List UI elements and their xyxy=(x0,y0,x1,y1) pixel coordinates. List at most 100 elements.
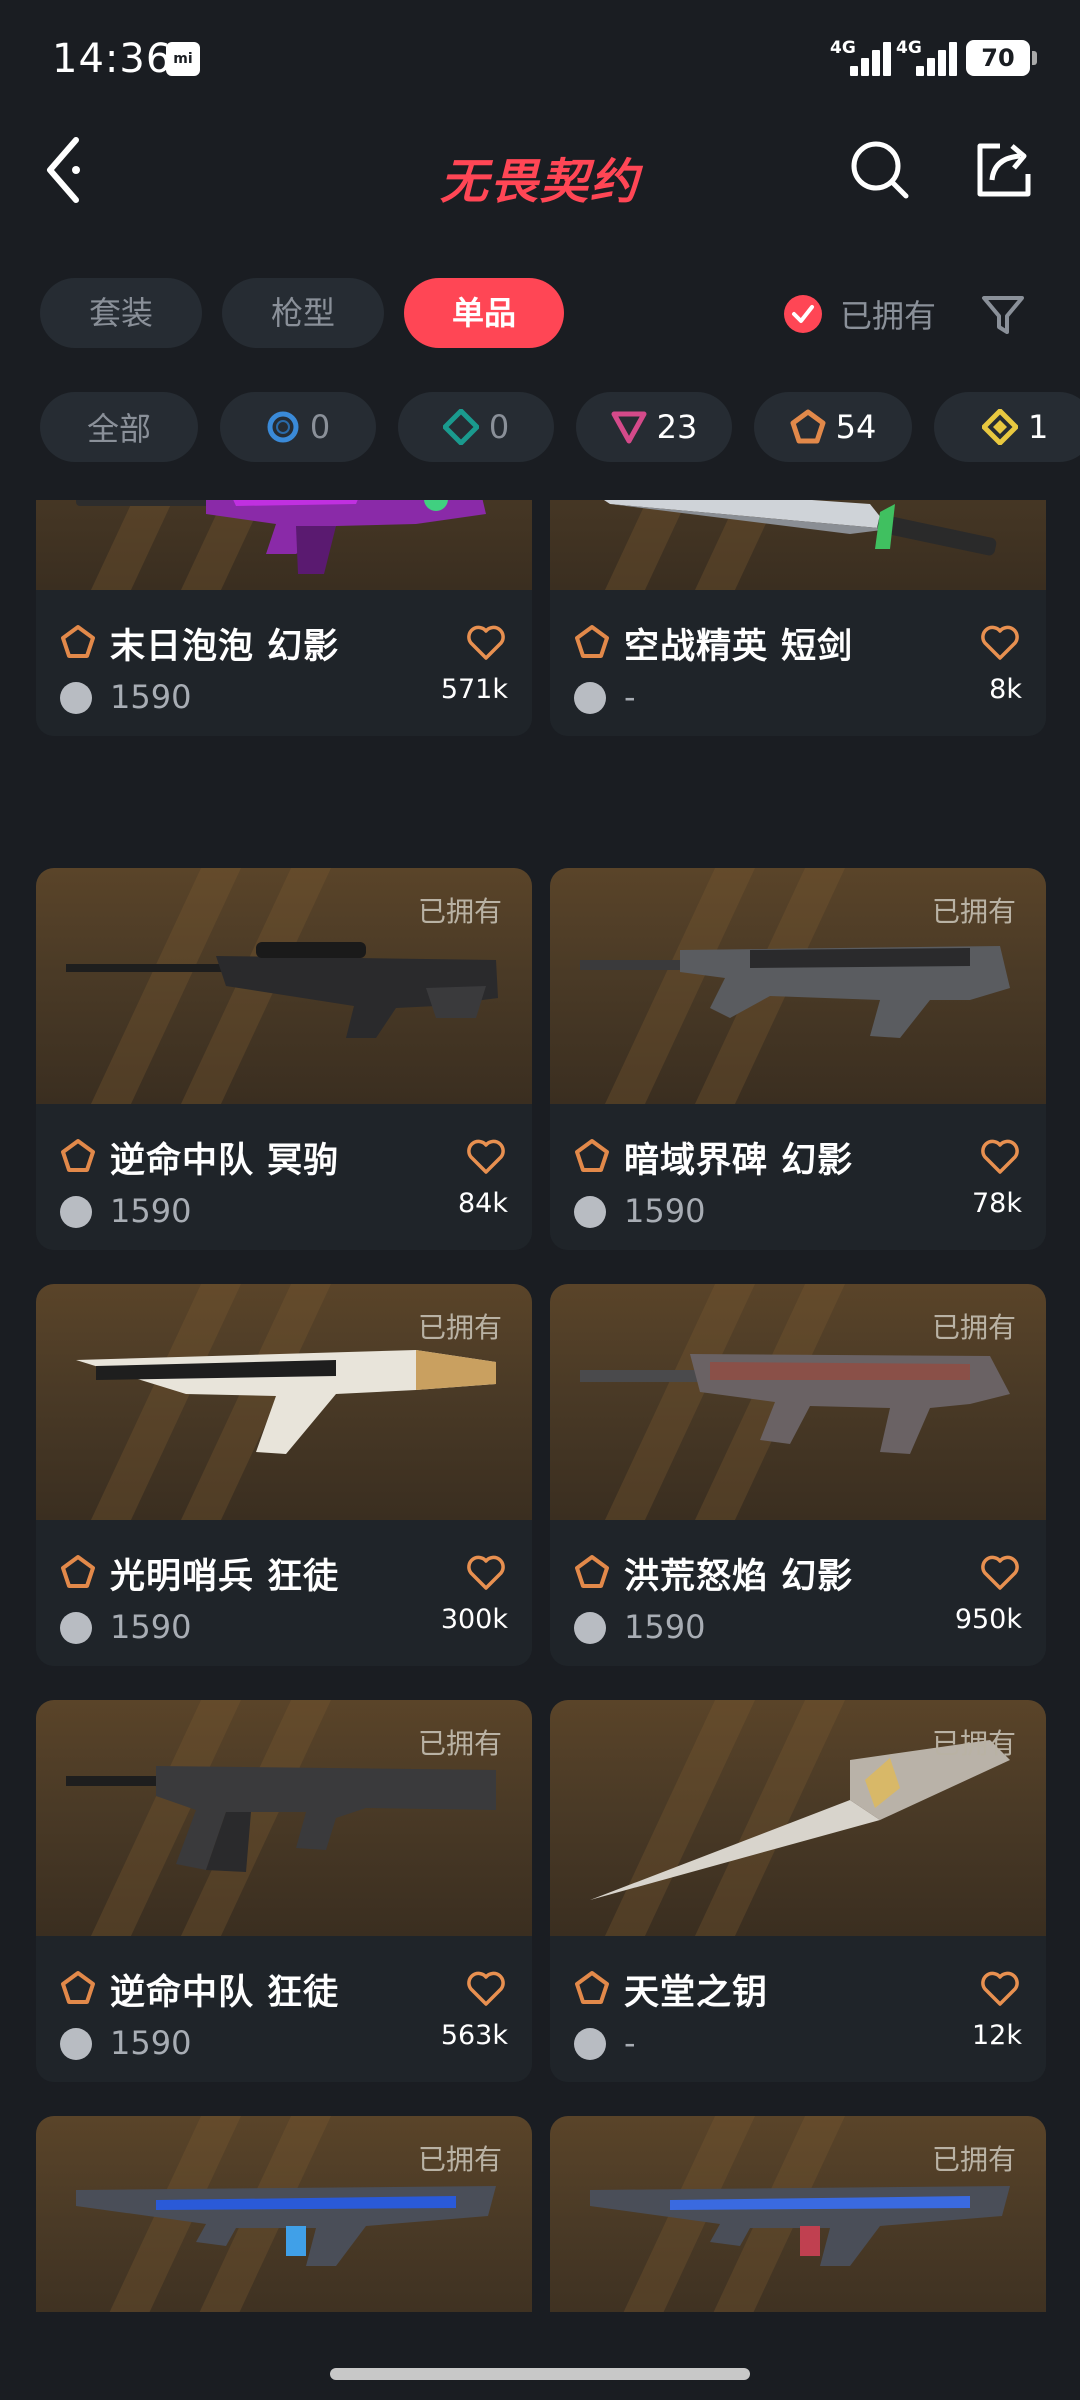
tab-single-item[interactable]: 单品 xyxy=(404,278,564,348)
search-button[interactable] xyxy=(846,136,914,204)
like-count: 571k xyxy=(440,674,508,705)
heart-icon[interactable] xyxy=(980,1970,1020,2008)
chip-ultra-tier[interactable]: 1 xyxy=(934,392,1080,462)
vp-currency-icon xyxy=(60,1196,92,1228)
owned-tag: 已拥有 xyxy=(931,1311,1016,1344)
chip-all-label: 全部 xyxy=(86,410,151,448)
orange-pentagon-icon xyxy=(61,1971,95,2004)
owned-filter-toggle[interactable]: 已拥有 xyxy=(784,286,936,342)
skin-card[interactable]: 已拥有 空战精英 短剑 - 8k xyxy=(550,500,1046,736)
tab-suits[interactable]: 套装 xyxy=(40,278,202,348)
like-count: 950k xyxy=(954,1604,1022,1635)
skin-card[interactable]: 已拥有 末日泡泡 幻影 1590 571k xyxy=(36,500,532,736)
chip-premium-tier[interactable]: 23 xyxy=(576,392,732,462)
skin-price: 1590 xyxy=(110,2024,192,2062)
filter-button[interactable] xyxy=(978,290,1028,340)
heart-icon[interactable] xyxy=(980,1138,1020,1176)
orange-pentagon-icon xyxy=(575,1971,609,2004)
heart-icon[interactable] xyxy=(980,624,1020,662)
skin-name: 逆命中队 冥驹 xyxy=(110,1141,340,1181)
like-count: 84k xyxy=(458,1188,508,1219)
skin-image: 已拥有 xyxy=(36,2116,532,2312)
like-count: 8k xyxy=(989,674,1022,705)
skin-price: 1590 xyxy=(110,678,192,716)
orange-pentagon-icon xyxy=(61,625,95,658)
gold-diamond-icon xyxy=(982,409,1018,445)
vp-currency-icon xyxy=(60,2028,92,2060)
like-count: 563k xyxy=(440,2020,508,2051)
skin-image: 已拥有 xyxy=(36,1700,532,1936)
skin-card[interactable]: 已拥有 xyxy=(36,2116,532,2312)
skin-card[interactable]: 已拥有 天堂之钥 - 12k xyxy=(550,1700,1046,2082)
chip-count: 23 xyxy=(656,408,698,446)
skin-card[interactable]: 已拥有 洪荒怒焰 幻影 1590 950k xyxy=(550,1284,1046,1666)
heart-icon[interactable] xyxy=(980,1554,1020,1592)
status-bar: 14:36 mi 4G 4G 70 xyxy=(0,0,1080,120)
heart-icon[interactable] xyxy=(466,624,506,662)
tab-weapon-type[interactable]: 枪型 xyxy=(222,278,384,348)
skin-card[interactable]: 已拥有 暗域界碑 幻影 1590 78k xyxy=(550,868,1046,1250)
mi-notification-icon: mi xyxy=(166,42,200,76)
skin-name: 空战精英 短剑 xyxy=(624,627,854,667)
status-time: 14:36 xyxy=(52,36,173,82)
skin-name: 光明哨兵 狂徒 xyxy=(110,1557,340,1597)
chip-count: 54 xyxy=(835,408,877,446)
orange-pentagon-icon xyxy=(61,1555,95,1588)
skin-price: - xyxy=(624,2024,636,2062)
battery-icon: 70 xyxy=(966,40,1037,76)
skin-image: 已拥有 xyxy=(550,500,1046,590)
chip-count: 0 xyxy=(488,408,510,446)
skin-card[interactable]: 已拥有 xyxy=(550,2116,1046,2312)
skin-card[interactable]: 已拥有 光明哨兵 狂徒 1590 300k xyxy=(36,1284,532,1666)
share-icon xyxy=(977,143,1031,197)
like-count: 78k xyxy=(972,1188,1022,1219)
skin-card[interactable]: 已拥有 逆命中队 狂徒 1590 563k xyxy=(36,1700,532,2082)
skin-name: 末日泡泡 幻影 xyxy=(110,627,340,667)
skin-image: 已拥有 xyxy=(550,1700,1046,1936)
teal-diamond-icon xyxy=(442,409,479,445)
chip-exclusive-tier[interactable]: 54 xyxy=(754,392,912,462)
chip-count: 0 xyxy=(309,408,331,446)
skin-price: 1590 xyxy=(110,1192,192,1230)
skin-image: 已拥有 xyxy=(550,2116,1046,2312)
owned-tag: 已拥有 xyxy=(931,1727,1016,1760)
skin-price: 1590 xyxy=(624,1192,706,1230)
owned-tag: 已拥有 xyxy=(417,895,502,928)
vp-currency-icon xyxy=(574,1612,606,1644)
filter-icon xyxy=(982,296,1024,334)
orange-pentagon-icon xyxy=(575,1555,609,1588)
pink-triangle-icon xyxy=(611,411,647,444)
blue-ring-icon xyxy=(267,411,299,443)
heart-icon[interactable] xyxy=(466,1138,506,1176)
skin-image: 已拥有 xyxy=(36,500,532,590)
home-indicator[interactable] xyxy=(330,2368,750,2380)
vp-currency-icon xyxy=(574,1196,606,1228)
skin-image: 已拥有 xyxy=(550,1284,1046,1520)
heart-icon[interactable] xyxy=(466,1970,506,2008)
skin-image: 已拥有 xyxy=(36,1284,532,1520)
search-icon xyxy=(851,141,909,199)
skin-grid: 已拥有 末日泡泡 幻影 1590 571k 已拥有 空战精英 短剑 xyxy=(0,500,1080,2312)
app-title: 无畏契约 xyxy=(439,154,640,210)
skin-name: 洪荒怒焰 幻影 xyxy=(624,1557,854,1597)
like-count: 300k xyxy=(440,1604,508,1635)
orange-pentagon-icon xyxy=(790,409,826,444)
chip-count: 1 xyxy=(1028,408,1049,446)
skin-name: 天堂之钥 xyxy=(624,1973,769,2013)
skin-name: 逆命中队 狂徒 xyxy=(110,1973,340,2013)
orange-pentagon-icon xyxy=(575,625,609,658)
skin-price: 1590 xyxy=(110,1608,192,1646)
skin-name: 暗域界碑 幻影 xyxy=(624,1141,854,1181)
chip-all[interactable]: 全部 xyxy=(40,392,198,462)
owned-tag: 已拥有 xyxy=(417,2143,502,2176)
share-button[interactable] xyxy=(970,136,1038,204)
orange-pentagon-icon xyxy=(575,1139,609,1172)
chip-select-tier[interactable]: 0 xyxy=(220,392,376,462)
chip-deluxe-tier[interactable]: 0 xyxy=(398,392,554,462)
skin-image: 已拥有 xyxy=(36,868,532,1104)
owned-tag: 已拥有 xyxy=(931,2143,1016,2176)
like-count: 12k xyxy=(972,2020,1022,2051)
heart-icon[interactable] xyxy=(466,1554,506,1592)
skin-card[interactable]: 已拥有 逆命中队 冥驹 1590 84k xyxy=(36,868,532,1250)
vp-currency-icon xyxy=(574,2028,606,2060)
